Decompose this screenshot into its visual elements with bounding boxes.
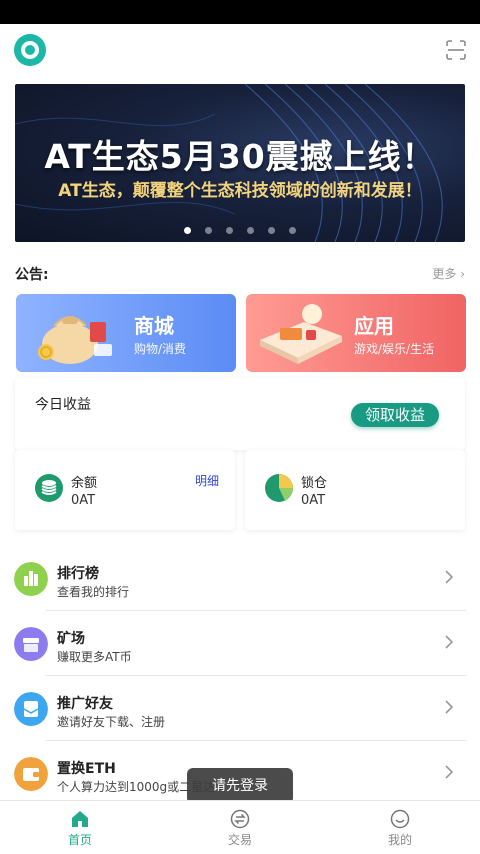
chevron-right-icon	[445, 635, 454, 649]
tab-home[interactable]: 首页	[30, 801, 130, 854]
chevron-right-icon	[445, 765, 454, 779]
carousel-dots	[15, 227, 465, 234]
tab-label: 我的	[387, 833, 412, 847]
exchange-icon	[230, 809, 250, 829]
menu-subtitle: 邀请好友下载、注册	[57, 715, 166, 729]
mall-tile[interactable]: 商城 购物/消费	[16, 294, 236, 372]
mine-icon	[14, 627, 48, 661]
promo-banner[interactable]: AT生态5月30震撼上线！ AT生态，颠覆整个生态科技领域的创新和发展！	[15, 84, 465, 242]
menu-item-mine[interactable]: 矿场 赚取更多AT币	[0, 611, 480, 676]
top-bar	[0, 24, 480, 76]
coins-icon	[35, 474, 63, 502]
tab-label: 首页	[67, 833, 92, 847]
money-bag-icon	[38, 316, 112, 364]
menu-title: 推广好友	[57, 696, 113, 712]
today-earnings-card: 今日收益 领取收益	[15, 378, 465, 450]
earnings-title: 今日收益	[35, 397, 91, 413]
chevron-right-icon	[445, 700, 454, 714]
carousel-dot[interactable]	[184, 227, 191, 234]
mall-title: 商城	[134, 314, 174, 338]
announcement-label: 公告:	[15, 267, 49, 283]
balance-value: 0AT	[71, 493, 96, 508]
carousel-dot[interactable]	[247, 227, 254, 234]
toast-message: 请先登录	[187, 768, 293, 804]
home-icon	[72, 811, 88, 827]
balance-card: 余额 0AT 明细	[15, 450, 235, 530]
profile-icon	[390, 809, 410, 829]
carousel-dot[interactable]	[205, 227, 212, 234]
app-title: 应用	[354, 314, 394, 338]
mall-subtitle: 购物/消费	[134, 342, 187, 356]
chevron-right-icon	[445, 570, 454, 584]
bottom-tab-bar: 首页 交易 我的	[0, 800, 480, 854]
invite-icon	[14, 692, 48, 726]
status-bar	[0, 0, 480, 24]
app-logo[interactable]	[14, 34, 46, 66]
locked-value: 0AT	[301, 493, 326, 508]
carousel-dot[interactable]	[226, 227, 233, 234]
menu-title: 排行榜	[57, 566, 99, 582]
app-subtitle: 游戏/娱乐/生活	[354, 342, 435, 356]
claim-earnings-button[interactable]: 领取收益	[351, 403, 439, 427]
tab-trade[interactable]: 交易	[190, 801, 290, 854]
carousel-dot[interactable]	[289, 227, 296, 234]
locked-card: 锁仓 0AT	[245, 450, 465, 530]
menu-subtitle: 赚取更多AT币	[57, 650, 132, 664]
gift-box-icon	[260, 304, 342, 364]
wallet-icon	[14, 757, 48, 791]
menu-item-leaderboard[interactable]: 排行榜 查看我的排行	[0, 546, 480, 611]
scan-icon[interactable]	[446, 40, 466, 60]
home-page: AT生态5月30震撼上线！ AT生态，颠覆整个生态科技领域的创新和发展！ 公告:…	[0, 76, 480, 804]
banner-title: AT生态5月30震撼上线！	[44, 137, 436, 176]
carousel-dot[interactable]	[268, 227, 275, 234]
pie-chart-icon	[265, 474, 293, 502]
balance-detail-link[interactable]: 明细	[195, 472, 219, 489]
tab-label: 交易	[227, 833, 252, 847]
menu-subtitle: 查看我的排行	[57, 585, 130, 599]
menu-item-invite[interactable]: 推广好友 邀请好友下载、注册	[0, 676, 480, 741]
menu-title: 置换ETH	[57, 761, 116, 777]
locked-label: 锁仓	[301, 476, 328, 491]
announcement-bar: 公告: 更多 ›	[15, 262, 465, 284]
banner-subtitle: AT生态，颠覆整个生态科技领域的创新和发展！	[58, 181, 422, 201]
more-link[interactable]: 更多 ›	[432, 265, 465, 282]
menu-title: 矿场	[57, 631, 85, 647]
tab-profile[interactable]: 我的	[350, 801, 450, 854]
app-tile[interactable]: 应用 游戏/娱乐/生活	[246, 294, 466, 372]
balance-label: 余额	[71, 476, 98, 491]
trophy-icon	[14, 562, 48, 596]
